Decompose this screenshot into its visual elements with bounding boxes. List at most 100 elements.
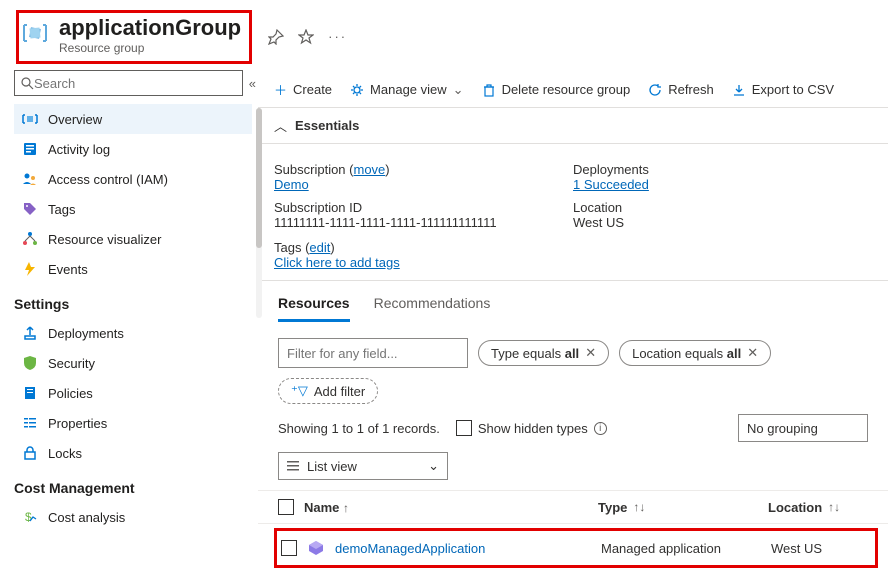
page-subtitle: Resource group [59, 41, 241, 55]
sidebar-item-label: Locks [48, 446, 82, 461]
overview-icon [22, 111, 38, 127]
sidebar-item-label: Activity log [48, 142, 110, 157]
edit-tags-link[interactable]: edit [309, 240, 330, 255]
sidebar-item-locks[interactable]: Locks [14, 438, 252, 468]
policies-icon [22, 385, 38, 401]
sidebar-item-policies[interactable]: Policies [14, 378, 252, 408]
location-label: Location [573, 200, 872, 215]
resource-location: West US [771, 541, 871, 556]
tabs: Resources Recommendations [258, 281, 888, 322]
svg-text:$: $ [25, 510, 32, 524]
chevron-down-icon: ⌄ [428, 458, 439, 474]
col-name-header[interactable]: Name ↑ [304, 500, 349, 515]
download-icon [732, 83, 746, 97]
properties-icon [22, 415, 38, 431]
sidebar-item-label: Cost analysis [48, 510, 125, 525]
create-button[interactable]: ＋Create [274, 80, 332, 99]
gear-icon [350, 83, 364, 97]
page-title: applicationGroup [59, 15, 241, 41]
sidebar-item-label: Policies [48, 386, 93, 401]
export-button[interactable]: Export to CSV [732, 82, 834, 97]
col-location-header[interactable]: Location ↑↓ [768, 500, 868, 515]
collapse-icon[interactable]: « [249, 76, 256, 91]
deployments-link[interactable]: 1 Succeeded [573, 177, 649, 192]
iam-icon [22, 171, 38, 187]
sidebar-item-properties[interactable]: Properties [14, 408, 252, 438]
info-icon[interactable]: i [594, 422, 607, 435]
refresh-icon [648, 83, 662, 97]
records-row: Showing 1 to 1 of 1 records. Show hidden… [258, 414, 888, 452]
star-icon[interactable] [298, 29, 314, 45]
activity-log-icon [22, 141, 38, 157]
more-icon[interactable]: ··· [328, 29, 347, 45]
chevron-up-icon: ︿ [274, 116, 287, 135]
resource-type: Managed application [601, 541, 771, 556]
chevron-down-icon: ⌄ [453, 82, 464, 98]
list-icon [287, 460, 299, 472]
filters-row: Type equals all✕ Location equals all✕ ⁺▽… [258, 322, 888, 414]
list-view-select[interactable]: List view ⌄ [278, 452, 448, 480]
col-type-header[interactable]: Type ↑↓ [598, 500, 768, 515]
sidebar-item-deployments[interactable]: Deployments [14, 318, 252, 348]
subscription-label: Subscription (move) [274, 162, 573, 177]
row-highlight-box: demoManagedApplication Managed applicati… [274, 528, 878, 568]
row-checkbox[interactable] [281, 540, 297, 556]
sidebar-item-label: Resource visualizer [48, 232, 161, 247]
sort-icon: ↑↓ [828, 500, 840, 514]
delete-button[interactable]: Delete resource group [482, 82, 631, 97]
table-header: Name ↑ Type ↑↓ Location ↑↓ [258, 490, 888, 524]
subscription-link[interactable]: Demo [274, 177, 309, 192]
sidebar-item-label: Overview [48, 112, 102, 127]
sidebar-item-overview[interactable]: Overview [14, 104, 252, 134]
sidebar-item-events[interactable]: Events [14, 254, 252, 284]
lock-icon [22, 445, 38, 461]
cost-analysis-icon: $ [22, 509, 38, 525]
manage-view-button[interactable]: Manage view⌄ [350, 82, 464, 98]
close-icon[interactable]: ✕ [585, 345, 596, 361]
resource-name-link[interactable]: demoManagedApplication [335, 541, 485, 556]
records-count: Showing 1 to 1 of 1 records. [278, 421, 440, 436]
close-icon[interactable]: ✕ [747, 345, 758, 361]
search-input[interactable] [34, 76, 236, 91]
sidebar-item-tags[interactable]: Tags [14, 194, 252, 224]
sidebar-item-resource-visualizer[interactable]: Resource visualizer [14, 224, 252, 254]
sidebar-item-label: Security [48, 356, 95, 371]
sidebar-item-label: Properties [48, 416, 107, 431]
deployments-icon [22, 325, 38, 341]
search-input-wrapper[interactable] [14, 70, 243, 96]
filter-icon: ⁺▽ [291, 383, 308, 399]
managed-app-icon [307, 539, 325, 557]
tab-recommendations[interactable]: Recommendations [374, 295, 491, 322]
content-area: ＋Create Manage view⌄ Delete resource gro… [258, 68, 888, 572]
sidebar-item-cost-analysis[interactable]: $ Cost analysis [14, 502, 252, 532]
essentials-toggle[interactable]: ︿ Essentials [258, 107, 888, 144]
filter-input[interactable] [278, 338, 468, 368]
resource-group-icon [21, 19, 49, 47]
sidebar-item-label: Tags [48, 202, 75, 217]
tab-resources[interactable]: Resources [278, 295, 350, 322]
move-link[interactable]: move [354, 162, 386, 177]
sidebar-item-security[interactable]: Security [14, 348, 252, 378]
no-grouping-select[interactable]: No grouping [738, 414, 868, 442]
deployments-label: Deployments [573, 162, 872, 177]
location-filter-pill[interactable]: Location equals all✕ [619, 340, 771, 366]
sidebar-item-activity-log[interactable]: Activity log [14, 134, 252, 164]
sidebar-item-access-control[interactable]: Access control (IAM) [14, 164, 252, 194]
show-hidden-checkbox[interactable] [456, 420, 472, 436]
sidebar: « Overview Activity log Access control (… [0, 68, 258, 572]
add-tags-link[interactable]: Click here to add tags [274, 255, 400, 270]
essentials-panel: Subscription (move) Demo Subscription ID… [258, 144, 888, 236]
refresh-button[interactable]: Refresh [648, 82, 714, 97]
table-row[interactable]: demoManagedApplication Managed applicati… [277, 531, 875, 565]
sort-icon: ↑ [343, 501, 349, 515]
section-header-settings: Settings [14, 284, 252, 318]
type-filter-pill[interactable]: Type equals all✕ [478, 340, 609, 366]
add-filter-button[interactable]: ⁺▽Add filter [278, 378, 378, 404]
select-all-checkbox[interactable] [278, 499, 294, 515]
sort-icon: ↑↓ [633, 500, 645, 514]
scrollbar[interactable] [256, 108, 262, 318]
trash-icon [482, 83, 496, 97]
location-value: West US [573, 215, 872, 230]
pin-icon[interactable] [268, 29, 284, 45]
subscription-id-label: Subscription ID [274, 200, 573, 215]
